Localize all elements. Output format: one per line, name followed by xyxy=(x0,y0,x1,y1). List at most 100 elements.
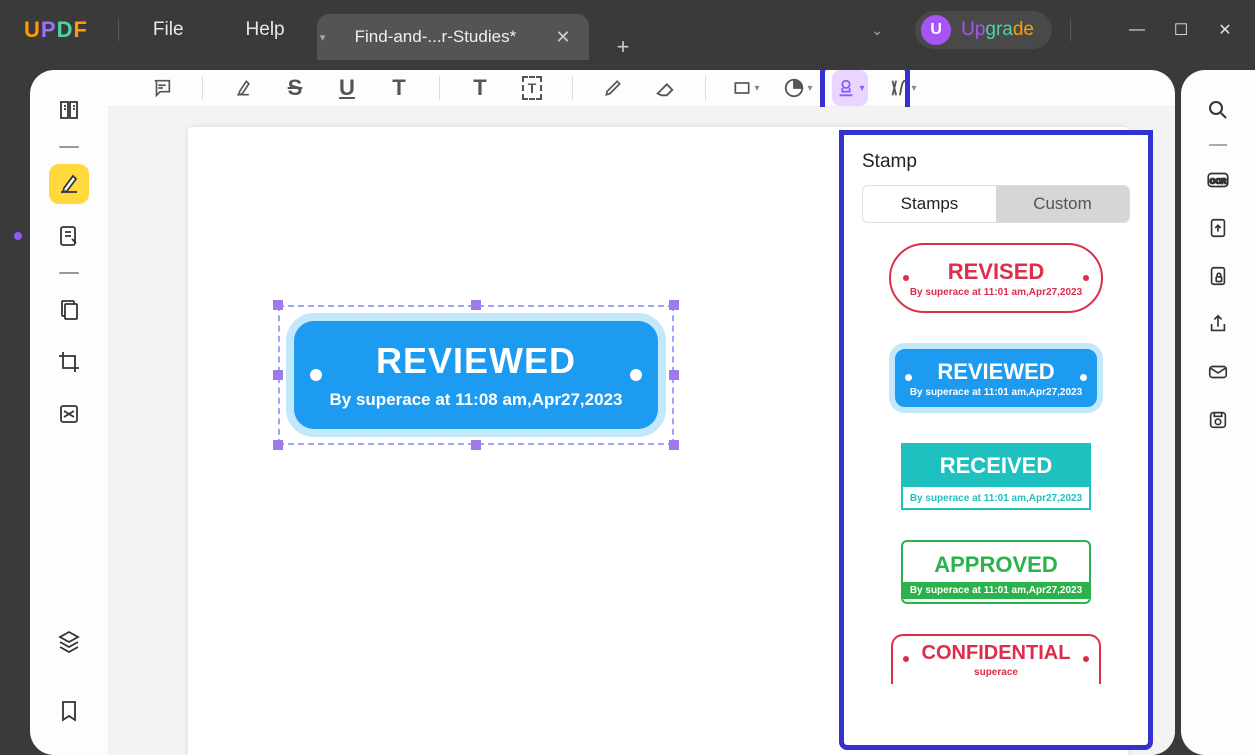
save-button[interactable] xyxy=(1200,402,1236,438)
crop-button[interactable] xyxy=(49,342,89,382)
separator xyxy=(118,19,119,41)
stamp-rivet xyxy=(630,369,642,381)
edit-page-icon xyxy=(57,224,81,248)
signature-button[interactable]: ▾ xyxy=(884,70,920,106)
pencil-button[interactable] xyxy=(595,70,631,106)
stamp-preset-confidential[interactable]: CONFIDENTIAL superace xyxy=(891,634,1101,684)
chevron-down-icon: ▾ xyxy=(911,83,916,94)
pages-icon xyxy=(57,298,81,322)
resize-handle[interactable] xyxy=(669,300,679,310)
resize-handle[interactable] xyxy=(669,370,679,380)
highlight-button[interactable] xyxy=(225,70,261,106)
add-tab-button[interactable]: + xyxy=(617,34,630,60)
signature-icon xyxy=(887,77,909,99)
save-icon xyxy=(1207,409,1229,431)
close-icon[interactable]: ✕ xyxy=(556,27,571,48)
shape-button[interactable]: ▾ xyxy=(728,70,764,106)
bookmark-button[interactable] xyxy=(49,691,89,731)
stamp-panel: Stamp Stamps Custom REVISED By superace … xyxy=(839,130,1153,750)
resize-handle[interactable] xyxy=(273,370,283,380)
tab-custom[interactable]: Custom xyxy=(996,186,1129,222)
ocr-button[interactable]: OCR xyxy=(1200,162,1236,198)
stamp-preset-received[interactable]: RECEIVED By superace at 11:01 am,Apr27,2… xyxy=(901,443,1091,510)
redact-icon xyxy=(57,402,81,426)
document-tabs: ▾ Find-and-...r-Studies* ✕ + xyxy=(317,0,630,60)
search-icon xyxy=(1206,98,1230,122)
menu-file[interactable]: File xyxy=(149,19,188,41)
content-area: S U T T T ▾ ▾ ▾ ▾ xyxy=(108,70,1175,755)
stamp-title: RECEIVED xyxy=(903,445,1089,487)
resize-handle[interactable] xyxy=(273,440,283,450)
resize-handle[interactable] xyxy=(471,440,481,450)
chevron-down-icon: ▾ xyxy=(754,83,759,94)
email-button[interactable] xyxy=(1200,354,1236,390)
organize-pages-button[interactable] xyxy=(49,290,89,330)
strikethrough-button[interactable]: S xyxy=(277,70,313,106)
menu-help[interactable]: Help xyxy=(242,19,289,41)
stamp-preset-approved[interactable]: APPROVED By superace at 11:01 am,Apr27,2… xyxy=(901,540,1091,604)
stamp-title: REVIEWED xyxy=(376,340,576,382)
stamp-subtitle: By superace at 11:01 am,Apr27,2023 xyxy=(910,287,1082,298)
window-close-button[interactable]: ✕ xyxy=(1203,10,1247,50)
stamp-subtitle: By superace at 11:01 am,Apr27,2023 xyxy=(910,387,1082,398)
window-minimize-button[interactable]: — xyxy=(1115,10,1159,50)
placed-stamp-selection[interactable]: REVIEWED By superace at 11:08 am,Apr27,2… xyxy=(278,305,674,445)
stamp-title: REVIEWED xyxy=(937,359,1054,385)
upgrade-button[interactable]: U Upgrade xyxy=(915,11,1052,49)
book-icon xyxy=(57,98,81,122)
share-button[interactable] xyxy=(1200,306,1236,342)
text-icon: T xyxy=(473,75,486,101)
window-maximize-button[interactable]: ☐ xyxy=(1159,10,1203,50)
resize-handle[interactable] xyxy=(669,440,679,450)
protect-button[interactable] xyxy=(1200,258,1236,294)
tab-stamps[interactable]: Stamps xyxy=(863,186,996,222)
separator xyxy=(59,272,79,274)
right-rail: OCR xyxy=(1181,70,1255,755)
chevron-down-icon[interactable]: ⌄ xyxy=(871,22,883,39)
tab-title: Find-and-...r-Studies* xyxy=(355,27,526,47)
stamp-subtitle: By superace at 11:08 am,Apr27,2023 xyxy=(330,390,623,410)
rectangle-icon xyxy=(732,78,752,98)
eraser-icon xyxy=(654,77,676,99)
stamp-preset-reviewed[interactable]: REVIEWED By superace at 11:01 am,Apr27,2… xyxy=(889,343,1103,413)
layers-button[interactable] xyxy=(49,621,89,661)
active-indicator-dot xyxy=(14,232,22,240)
titlebar: UPDF File Help ▾ Find-and-...r-Studies* … xyxy=(0,0,1255,60)
mail-icon xyxy=(1207,361,1229,383)
edit-mode-button[interactable] xyxy=(49,216,89,256)
squiggly-button[interactable]: T xyxy=(381,70,417,106)
underline-button[interactable]: U xyxy=(329,70,365,106)
crop-icon xyxy=(57,350,81,374)
chevron-down-icon: ▾ xyxy=(807,83,812,94)
squiggly-icon: T xyxy=(392,75,405,101)
redact-button[interactable] xyxy=(49,394,89,434)
svg-text:OCR: OCR xyxy=(1210,176,1227,185)
stamp-reviewed-placed[interactable]: REVIEWED By superace at 11:08 am,Apr27,2… xyxy=(286,313,666,437)
reader-mode-button[interactable] xyxy=(49,90,89,130)
search-button[interactable] xyxy=(1200,92,1236,128)
separator xyxy=(59,146,79,148)
left-sidebar xyxy=(0,60,108,755)
stamp-rivet xyxy=(310,369,322,381)
eraser-button[interactable] xyxy=(647,70,683,106)
separator xyxy=(1070,19,1071,41)
text-button[interactable]: T xyxy=(462,70,498,106)
stamp-subtitle: superace xyxy=(974,667,1018,678)
stamp-panel-tabs: Stamps Custom xyxy=(862,185,1130,223)
comment-mode-button[interactable] xyxy=(49,164,89,204)
stamp-preset-revised[interactable]: REVISED By superace at 11:01 am,Apr27,20… xyxy=(889,243,1103,313)
strikethrough-icon: S xyxy=(288,75,303,101)
note-icon xyxy=(151,77,173,99)
resize-handle[interactable] xyxy=(273,300,283,310)
stamp-list: REVISED By superace at 11:01 am,Apr27,20… xyxy=(862,243,1130,743)
document-tab-active[interactable]: Find-and-...r-Studies* ✕ xyxy=(329,14,589,60)
convert-button[interactable] xyxy=(1200,210,1236,246)
convert-icon xyxy=(1207,217,1229,239)
sticker-button[interactable]: ▾ xyxy=(780,70,816,106)
stamp-subtitle: By superace at 11:01 am,Apr27,2023 xyxy=(910,489,1082,508)
resize-handle[interactable] xyxy=(471,300,481,310)
textbox-button[interactable]: T xyxy=(514,70,550,106)
tab-list-dropdown[interactable]: ▾ xyxy=(317,14,329,60)
note-button[interactable] xyxy=(144,70,180,106)
stamp-button[interactable]: ▾ xyxy=(832,70,868,106)
